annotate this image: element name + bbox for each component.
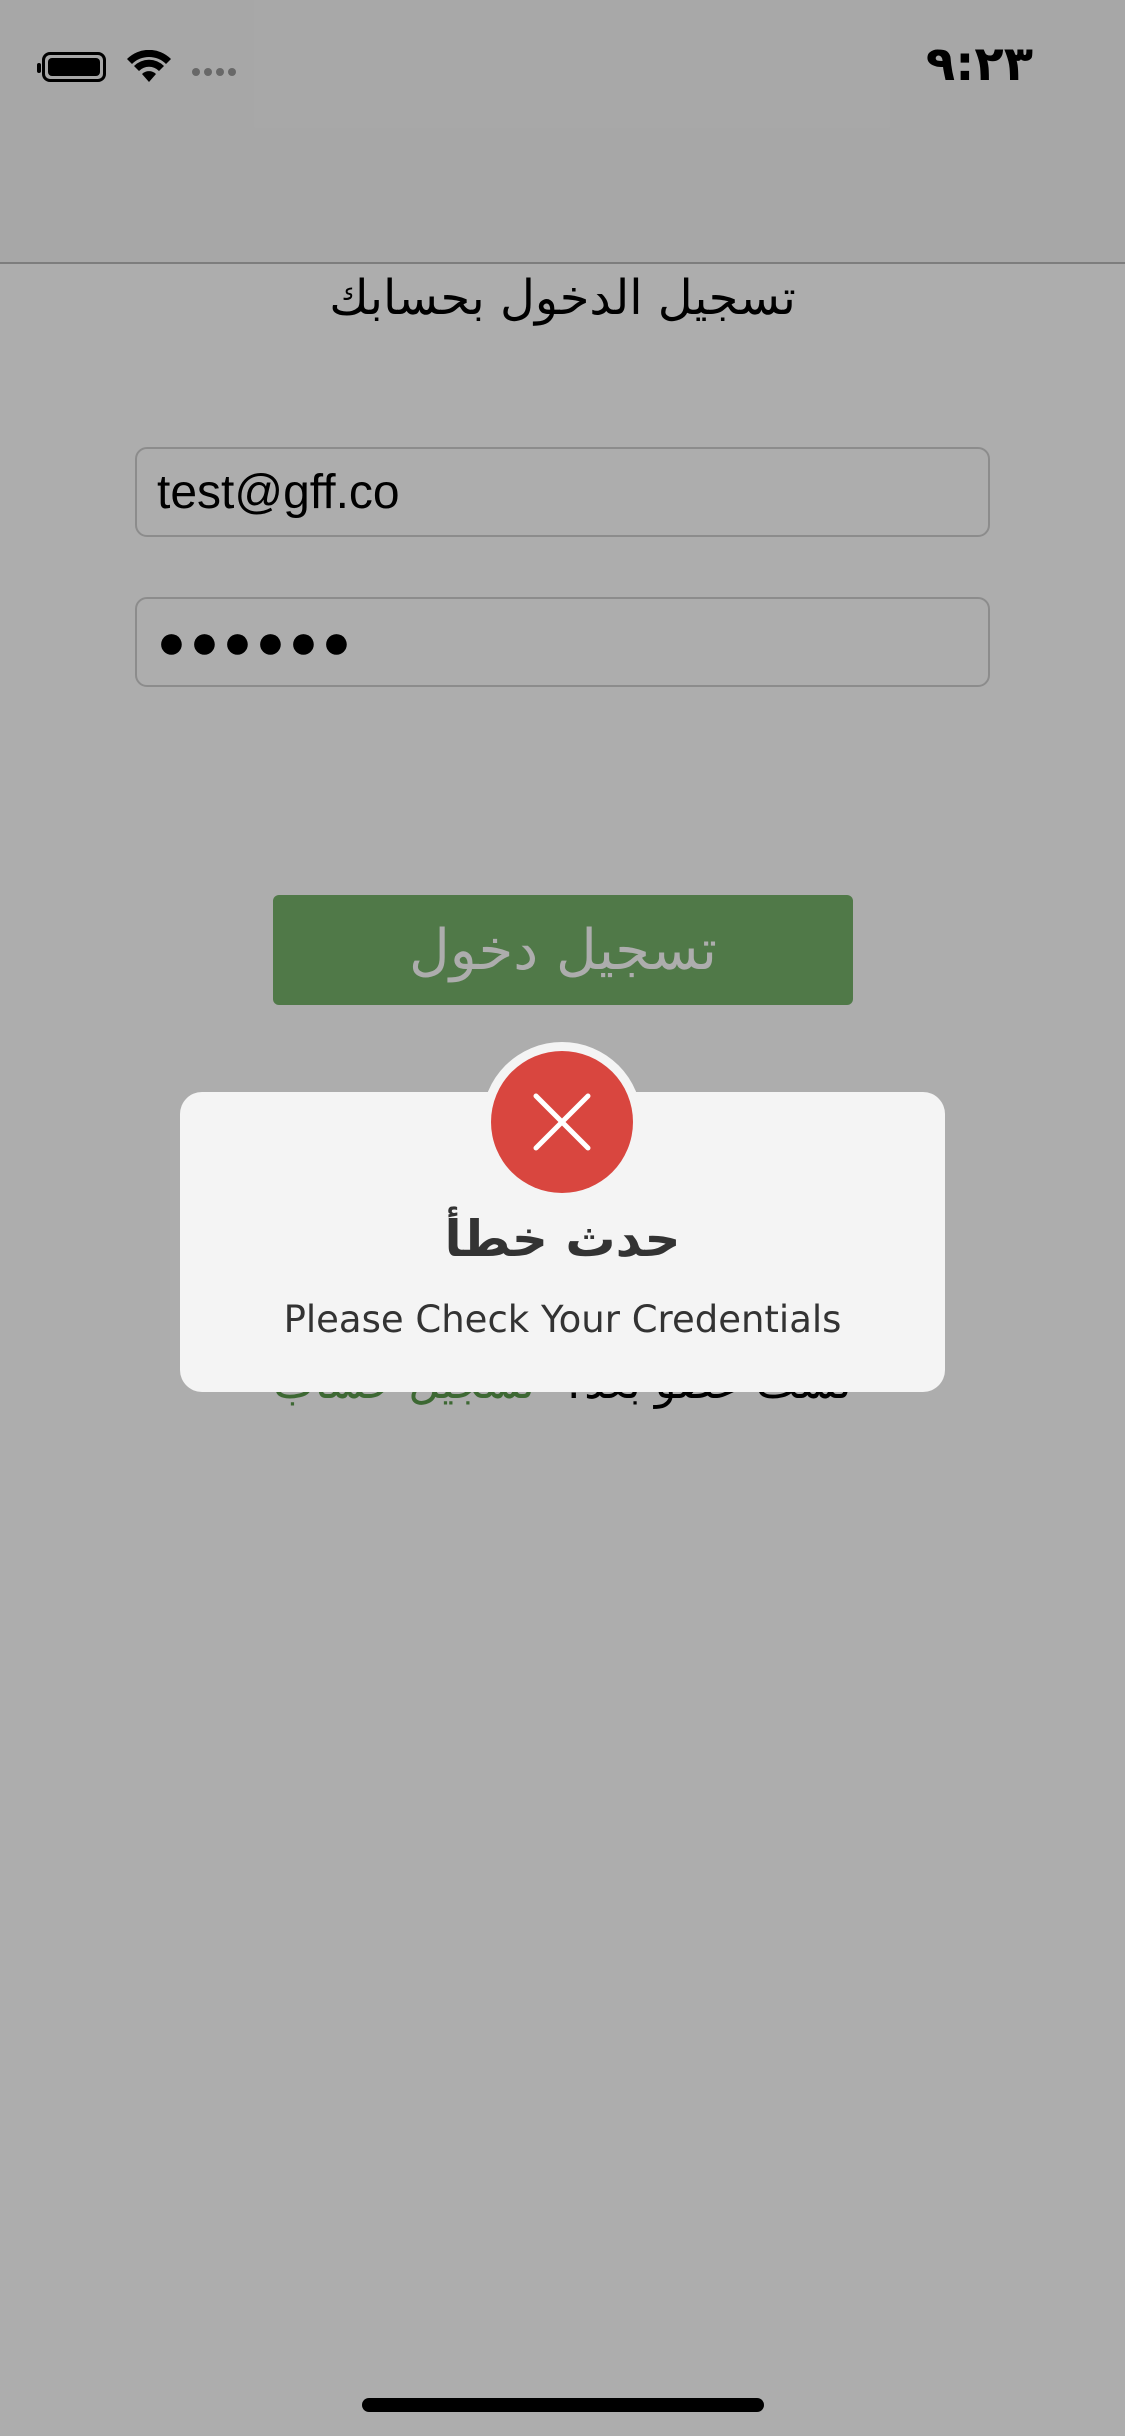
error-x-icon <box>491 1051 633 1193</box>
error-alert: حدث خطأ Please Check Your Credentials <box>180 1042 945 1392</box>
home-indicator[interactable] <box>362 2398 764 2412</box>
alert-icon-ring <box>482 1042 642 1202</box>
alert-title: حدث خطأ <box>444 1210 681 1268</box>
alert-message: Please Check Your Credentials <box>283 1298 842 1341</box>
